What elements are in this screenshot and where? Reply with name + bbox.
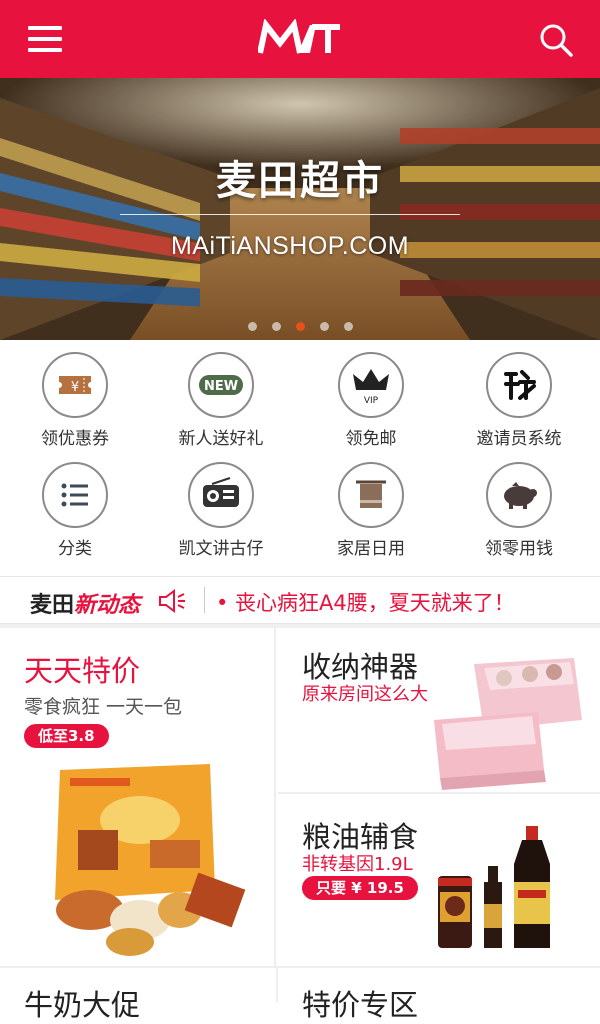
list-icon [42, 462, 108, 528]
snack-pack-image [55, 764, 246, 956]
invite-icon [486, 352, 552, 418]
news-ticker: 麦田新动态 • 丧心病狂A4腰，夏天就来了！ [0, 576, 600, 624]
svg-text:NEW: NEW [204, 379, 238, 394]
grid-label: 邀请员系统 [476, 429, 562, 449]
carousel-dot[interactable] [272, 322, 281, 331]
mat-logo[interactable] [258, 19, 342, 59]
banner-subtitle: MAiTiANSHOP.COM [170, 232, 410, 260]
promo-subtitle: 非转基因1.9L [302, 854, 413, 875]
quick-entry-grid: ¥ 领优惠券 NEW 新人送好礼 VIP 领免邮 邀请员系统 分类 凯文讲古仔 … [0, 340, 600, 572]
piggy-bank-icon [486, 462, 552, 528]
carousel-dot-active[interactable] [296, 322, 305, 331]
promo-subtitle: 零食疯狂 一天一包 [24, 696, 183, 718]
grid-label: 分类 [58, 539, 92, 559]
promo-storage[interactable]: 收纳神器 原来房间这么大 [278, 628, 600, 794]
grid-item-free-shipping[interactable]: VIP 领免邮 [296, 340, 446, 450]
column-divider [276, 968, 278, 1002]
promo-special-title[interactable]: 特价专区 [302, 982, 418, 1024]
radio-icon [188, 462, 254, 528]
promo-milk-title[interactable]: 牛奶大促 [24, 982, 140, 1024]
towel-icon [338, 462, 404, 528]
coupon-icon: ¥ [42, 352, 108, 418]
news-brand: 麦田新动态 [30, 587, 140, 619]
grid-item-category[interactable]: 分类 [0, 450, 150, 560]
supermarket-aisle-image [0, 78, 600, 340]
sauce-bottles-image [438, 826, 550, 948]
news-headline[interactable]: • 丧心病狂A4腰，夏天就来了！ [216, 587, 515, 617]
promo-daily-deals[interactable]: 天天特价 零食疯狂 一天一包 低至3.8 [0, 628, 276, 966]
grid-item-invite[interactable]: 邀请员系统 [444, 340, 594, 450]
promo-subtitle: 原来房间这么大 [302, 684, 428, 705]
carousel-dot[interactable] [320, 322, 329, 331]
svg-text:¥: ¥ [71, 380, 79, 395]
grid-label: 家居日用 [337, 539, 405, 559]
promo-badge: 只要 ¥ 19.5 [302, 876, 418, 900]
grid-item-new-gift[interactable]: NEW 新人送好礼 [146, 340, 296, 450]
search-icon[interactable] [538, 22, 574, 58]
hamburger-icon[interactable] [28, 22, 64, 56]
news-brand-black: 麦田 [30, 593, 75, 618]
speaker-icon [159, 589, 185, 613]
grid-label: 领零用钱 [485, 539, 553, 559]
svg-text:VIP: VIP [364, 396, 379, 406]
banner-title: 麦田超市 [216, 158, 384, 204]
carousel-dot[interactable] [248, 322, 257, 331]
grid-item-pocket-money[interactable]: 领零用钱 [444, 450, 594, 560]
banner-divider [120, 214, 460, 215]
grid-item-home-goods[interactable]: 家居日用 [296, 450, 446, 560]
vip-crown-icon: VIP [338, 352, 404, 418]
storage-box-image [434, 658, 582, 790]
carousel-indicator [240, 322, 360, 332]
news-divider [204, 587, 205, 613]
promo-badge: 低至3.8 [24, 724, 109, 748]
top-bar [0, 0, 600, 78]
grid-item-coupon[interactable]: ¥ 领优惠券 [0, 340, 150, 450]
carousel-dot[interactable] [344, 322, 353, 331]
grid-label: 凯文讲古仔 [178, 539, 264, 559]
grid-label: 领免邮 [345, 429, 397, 449]
grid-label: 领优惠券 [41, 429, 109, 449]
hero-banner[interactable]: 麦田超市 MAiTiANSHOP.COM [0, 78, 600, 340]
new-badge-icon: NEW [188, 352, 254, 418]
grid-item-radio[interactable]: 凯文讲古仔 [146, 450, 296, 560]
promo-grain-oil[interactable]: 粮油辅食 非转基因1.9L 只要 ¥ 19.5 [278, 796, 600, 966]
grid-label: 新人送好礼 [178, 429, 264, 449]
news-brand-red: 新动态 [74, 593, 141, 618]
promo-title: 天天特价 [24, 654, 141, 688]
promo-row-next: 牛奶大促 特价专区 [0, 966, 600, 1022]
